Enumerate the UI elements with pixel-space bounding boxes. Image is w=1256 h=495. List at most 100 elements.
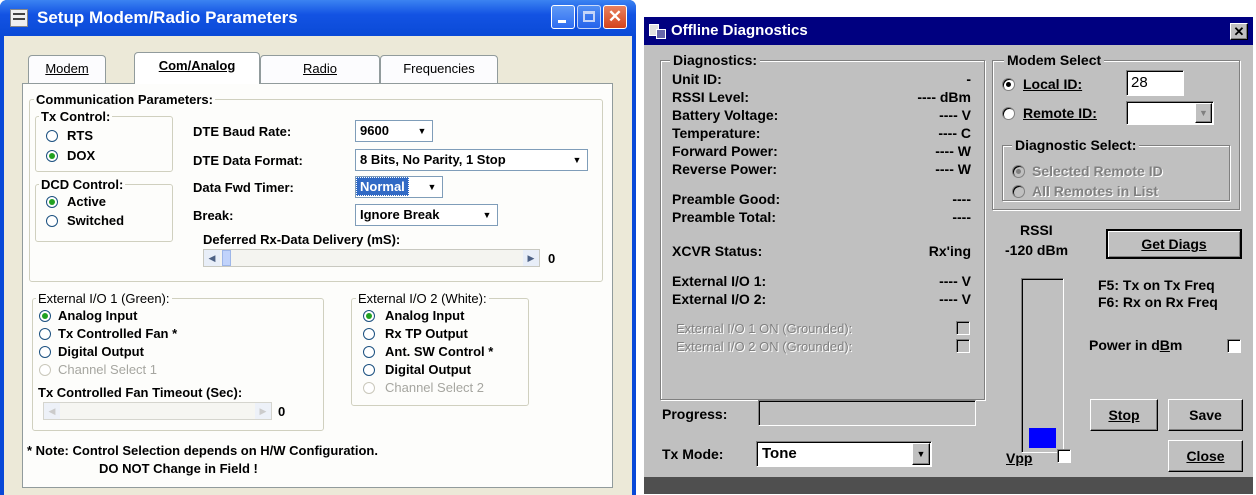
rts-radio[interactable] bbox=[46, 130, 58, 142]
tab-panel: Communication Parameters: Tx Control: RT… bbox=[22, 83, 613, 488]
external-io-2-value: ---- V bbox=[939, 291, 971, 307]
temperature-label: Temperature: bbox=[672, 125, 761, 141]
deferred-delivery-value: 0 bbox=[548, 251, 556, 266]
tab-com-analog[interactable]: Com/Analog bbox=[134, 52, 260, 84]
io2-digital-output-label: Digital Output bbox=[385, 362, 471, 377]
selected-remote-label: Selected Remote ID bbox=[1032, 163, 1163, 179]
all-remotes-radio[interactable] bbox=[1012, 185, 1025, 198]
status-strip bbox=[644, 477, 1253, 494]
maximize-button[interactable] bbox=[577, 5, 601, 29]
external-io-2-on-checkbox[interactable] bbox=[956, 339, 970, 353]
window-app-icon bbox=[10, 9, 28, 27]
scroll-left-icon[interactable]: ◀ bbox=[44, 403, 60, 419]
io2-channel-select-label: Channel Select 2 bbox=[385, 380, 485, 395]
remote-id-select[interactable]: ▼ bbox=[1126, 101, 1214, 125]
data-fwd-timer-select[interactable]: Normal ▼ bbox=[355, 176, 443, 198]
chevron-down-icon[interactable]: ▼ bbox=[1195, 103, 1212, 123]
diagnostics-window: Offline Diagnostics ✕ Diagnostics: Unit … bbox=[643, 16, 1254, 495]
external-io-1-on-checkbox[interactable] bbox=[956, 321, 970, 335]
io1-channel-select-radio[interactable] bbox=[39, 364, 51, 376]
tab-modem[interactable]: Modem bbox=[28, 55, 106, 83]
battery-voltage-label: Battery Voltage: bbox=[672, 107, 779, 123]
switched-radio[interactable] bbox=[46, 215, 58, 227]
window-title: Setup Modem/Radio Parameters bbox=[37, 8, 298, 27]
reverse-power-label: Reverse Power: bbox=[672, 161, 778, 177]
close-button[interactable]: ✕ bbox=[603, 5, 627, 29]
rssi-meter-fill bbox=[1029, 428, 1056, 448]
tx-control-label: Tx Control: bbox=[39, 109, 113, 124]
io2-channel-select-radio[interactable] bbox=[363, 382, 375, 394]
bottom-edge bbox=[4, 488, 632, 495]
fan-timeout-label: Tx Controlled Fan Timeout (Sec): bbox=[38, 385, 243, 400]
power-dbm-checkbox[interactable] bbox=[1227, 339, 1241, 353]
title-bar[interactable]: Setup Modem/Radio Parameters ✕ bbox=[0, 0, 636, 36]
io2-rx-tp-radio[interactable] bbox=[363, 328, 375, 340]
remote-id-label: Remote ID: bbox=[1023, 105, 1097, 121]
get-diags-button[interactable]: Get Diags bbox=[1106, 229, 1242, 259]
xcvr-status-value: Rx'ing bbox=[928, 243, 971, 259]
data-format-select[interactable]: 8 Bits, No Parity, 1 Stop ▼ bbox=[355, 149, 588, 171]
power-dbm-label: Power in dBm bbox=[1089, 337, 1183, 353]
chevron-down-icon[interactable]: ▼ bbox=[912, 443, 930, 465]
rssi-label: RSSI bbox=[1020, 222, 1053, 238]
tx-mode-label: Tx Mode: bbox=[662, 446, 724, 462]
tab-radio[interactable]: Radio bbox=[260, 55, 380, 83]
baud-rate-label: DTE Baud Rate: bbox=[193, 124, 292, 139]
preamble-total-value: ---- bbox=[952, 209, 971, 225]
close-dialog-button[interactable]: Close bbox=[1168, 440, 1243, 472]
save-button[interactable]: Save bbox=[1168, 399, 1243, 431]
diagnostic-select-label: Diagnostic Select: bbox=[1012, 137, 1140, 153]
io2-ant-sw-radio[interactable] bbox=[363, 346, 375, 358]
preamble-good-label: Preamble Good: bbox=[672, 191, 781, 207]
local-id-radio[interactable] bbox=[1002, 78, 1015, 91]
minimize-button[interactable] bbox=[551, 5, 575, 29]
tx-control-group bbox=[35, 116, 173, 172]
modem-select-label: Modem Select bbox=[1004, 52, 1105, 68]
io1-digital-output-radio[interactable] bbox=[39, 346, 51, 358]
io2-digital-output-radio[interactable] bbox=[363, 364, 375, 376]
fan-timeout-scrollbar[interactable]: ◀ ▶ bbox=[43, 402, 272, 420]
remote-id-radio[interactable] bbox=[1002, 107, 1015, 120]
close-button[interactable]: ✕ bbox=[1230, 23, 1248, 40]
io1-analog-input-radio[interactable] bbox=[39, 310, 51, 322]
vpp-label: Vpp bbox=[1006, 450, 1033, 466]
io1-tx-fan-radio[interactable] bbox=[39, 328, 51, 340]
switched-label: Switched bbox=[67, 213, 125, 228]
external-io-2-label: External I/O 2: bbox=[672, 291, 767, 307]
forward-power-value: ---- W bbox=[935, 143, 971, 159]
scroll-right-icon[interactable]: ▶ bbox=[255, 403, 271, 419]
break-select[interactable]: Ignore Break ▼ bbox=[355, 204, 498, 226]
break-label: Break: bbox=[193, 208, 234, 223]
selected-remote-radio[interactable] bbox=[1012, 165, 1025, 178]
note-line-1: * Note: Control Selection depends on H/W… bbox=[27, 443, 378, 458]
temperature-value: ---- C bbox=[938, 125, 971, 141]
deferred-delivery-label: Deferred Rx-Data Delivery (mS): bbox=[203, 232, 401, 247]
vpp-checkbox[interactable] bbox=[1057, 449, 1071, 463]
stop-button[interactable]: Stop bbox=[1090, 399, 1158, 431]
rssi-value: -120 dBm bbox=[1005, 242, 1069, 258]
f6-hint: F6: Rx on Rx Freq bbox=[1098, 294, 1218, 310]
tab-frequencies[interactable]: Frequencies bbox=[380, 55, 498, 83]
deferred-delivery-scrollbar[interactable]: ◀ ▶ bbox=[203, 249, 540, 267]
progress-bar bbox=[758, 400, 976, 426]
unit-id-label: Unit ID: bbox=[672, 71, 722, 87]
scroll-left-icon[interactable]: ◀ bbox=[204, 250, 220, 266]
chevron-down-icon: ▼ bbox=[417, 126, 427, 136]
tx-mode-select[interactable]: Tone ▼ bbox=[756, 441, 932, 467]
reverse-power-value: ---- W bbox=[935, 161, 971, 177]
chevron-down-icon: ▼ bbox=[482, 210, 492, 220]
io1-digital-output-label: Digital Output bbox=[58, 344, 144, 359]
io2-analog-input-radio[interactable] bbox=[363, 310, 375, 322]
unit-id-value: - bbox=[966, 71, 971, 87]
scroll-right-icon[interactable]: ▶ bbox=[523, 250, 539, 266]
dox-radio[interactable] bbox=[46, 150, 58, 162]
title-bar[interactable]: Offline Diagnostics ✕ bbox=[644, 17, 1253, 45]
baud-rate-select[interactable]: 9600 ▼ bbox=[355, 120, 433, 142]
active-radio[interactable] bbox=[46, 196, 58, 208]
note-line-2: DO NOT Change in Field ! bbox=[99, 461, 258, 476]
scroll-thumb[interactable] bbox=[222, 250, 231, 266]
xcvr-status-label: XCVR Status: bbox=[672, 243, 763, 259]
forward-power-label: Forward Power: bbox=[672, 143, 778, 159]
rssi-level-label: RSSI Level: bbox=[672, 89, 750, 105]
local-id-input[interactable]: 28 bbox=[1126, 70, 1184, 96]
